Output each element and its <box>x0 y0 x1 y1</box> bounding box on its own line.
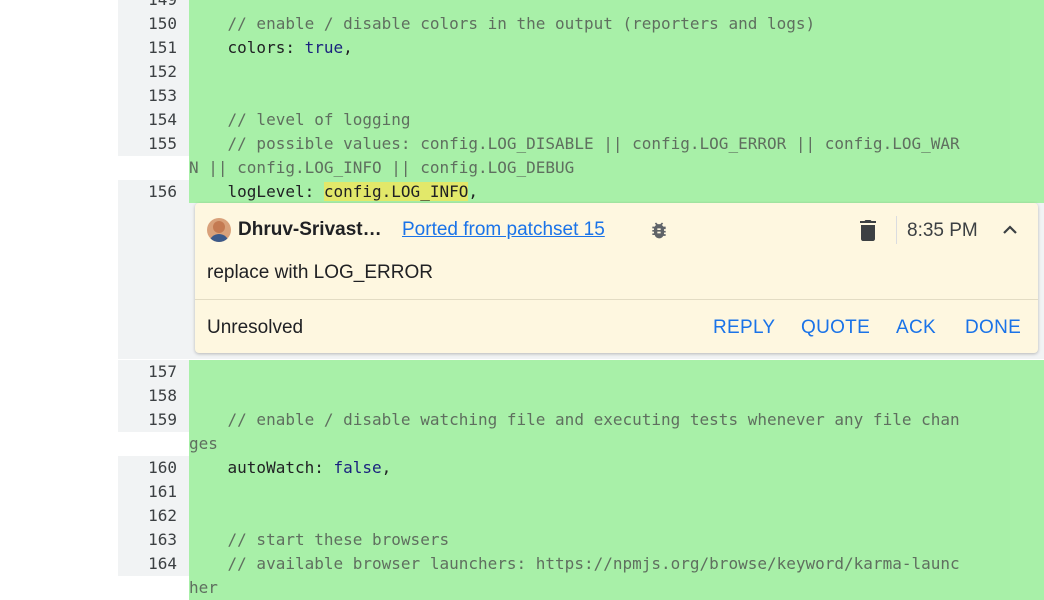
line-number[interactable]: 151 <box>118 36 177 60</box>
code-text: logLevel: config.LOG_INFO, <box>189 182 478 201</box>
comment-header[interactable]: Dhruv-Srivast… Ported from patchset 15 8… <box>195 203 1038 255</box>
code-text: colors: true, <box>189 38 353 57</box>
code-line: 155 // possible values: config.LOG_DISAB… <box>0 132 1044 156</box>
code-text: N || config.LOG_INFO || config.LOG_DEBUG <box>189 158 575 177</box>
code-line: 161 <box>0 480 1044 504</box>
line-number[interactable]: 154 <box>118 108 177 132</box>
code-line: 149 <box>0 0 1044 12</box>
code-line: 159 // enable / disable watching file an… <box>0 408 1044 432</box>
line-number[interactable]: 161 <box>118 480 177 504</box>
code-text: // level of logging <box>189 110 411 129</box>
code-text: // available browser launchers: https://… <box>189 554 960 573</box>
comment-author: Dhruv-Srivast… <box>238 219 382 240</box>
ported-link[interactable]: Ported from patchset 15 <box>402 219 605 241</box>
line-number[interactable]: 152 <box>118 60 177 84</box>
code-line: 163 // start these browsers <box>0 528 1044 552</box>
code-line: 160 autoWatch: false, <box>0 456 1044 480</box>
code-text: ges <box>189 434 218 453</box>
line-number[interactable]: 156 <box>118 180 177 204</box>
resolution-status: Unresolved <box>207 317 304 338</box>
code-line-wrap: N || config.LOG_INFO || config.LOG_DEBUG <box>0 156 1044 180</box>
line-number[interactable]: 158 <box>118 384 177 408</box>
code-text: // enable / disable colors in the output… <box>189 14 816 33</box>
highlighted-token: config.LOG_INFO <box>323 182 469 201</box>
code-line: 164 // available browser launchers: http… <box>0 552 1044 576</box>
comment-card: Dhruv-Srivast… Ported from patchset 15 8… <box>195 203 1038 353</box>
comment-divider <box>195 299 1038 300</box>
avatar <box>207 218 231 242</box>
line-number[interactable]: 153 <box>118 84 177 108</box>
quote-button[interactable]: QUOTE <box>801 317 870 339</box>
trash-icon[interactable] <box>858 218 878 242</box>
code-line: 158 <box>0 384 1044 408</box>
line-number[interactable]: 155 <box>118 132 177 156</box>
code-text: autoWatch: false, <box>189 458 392 477</box>
line-number[interactable]: 149 <box>118 0 177 12</box>
comment-message: replace with LOG_ERROR <box>207 262 433 283</box>
code-line-wrap: her <box>0 576 1044 600</box>
code-line: 157 <box>0 360 1044 384</box>
code-line: 150 // enable / disable colors in the ou… <box>0 12 1044 36</box>
reply-button[interactable]: REPLY <box>713 317 775 339</box>
ack-button[interactable]: ACK <box>896 317 936 339</box>
bug-icon[interactable] <box>649 220 669 240</box>
line-number[interactable]: 159 <box>118 408 177 432</box>
code-text: her <box>189 578 218 597</box>
line-number[interactable]: 157 <box>118 360 177 384</box>
code-line: 153 <box>0 84 1044 108</box>
line-number[interactable]: 164 <box>118 552 177 576</box>
code-text: // possible values: config.LOG_DISABLE |… <box>189 134 960 153</box>
line-number[interactable]: 150 <box>118 12 177 36</box>
code-line: 154 // level of logging <box>0 108 1044 132</box>
code-text: // enable / disable watching file and ex… <box>189 410 960 429</box>
comment-time: 8:35 PM <box>907 220 978 241</box>
done-button[interactable]: DONE <box>965 317 1021 339</box>
code-line: 152 <box>0 60 1044 84</box>
code-text: // start these browsers <box>189 530 450 549</box>
code-line: 151 colors: true, <box>0 36 1044 60</box>
header-divider <box>896 216 897 244</box>
code-line: 156 logLevel: config.LOG_INFO, <box>0 180 1044 204</box>
code-line: 162 <box>0 504 1044 528</box>
line-number[interactable]: 163 <box>118 528 177 552</box>
chevron-up-icon[interactable] <box>999 220 1021 240</box>
line-number[interactable]: 160 <box>118 456 177 480</box>
code-line-wrap: ges <box>0 432 1044 456</box>
line-number[interactable]: 162 <box>118 504 177 528</box>
